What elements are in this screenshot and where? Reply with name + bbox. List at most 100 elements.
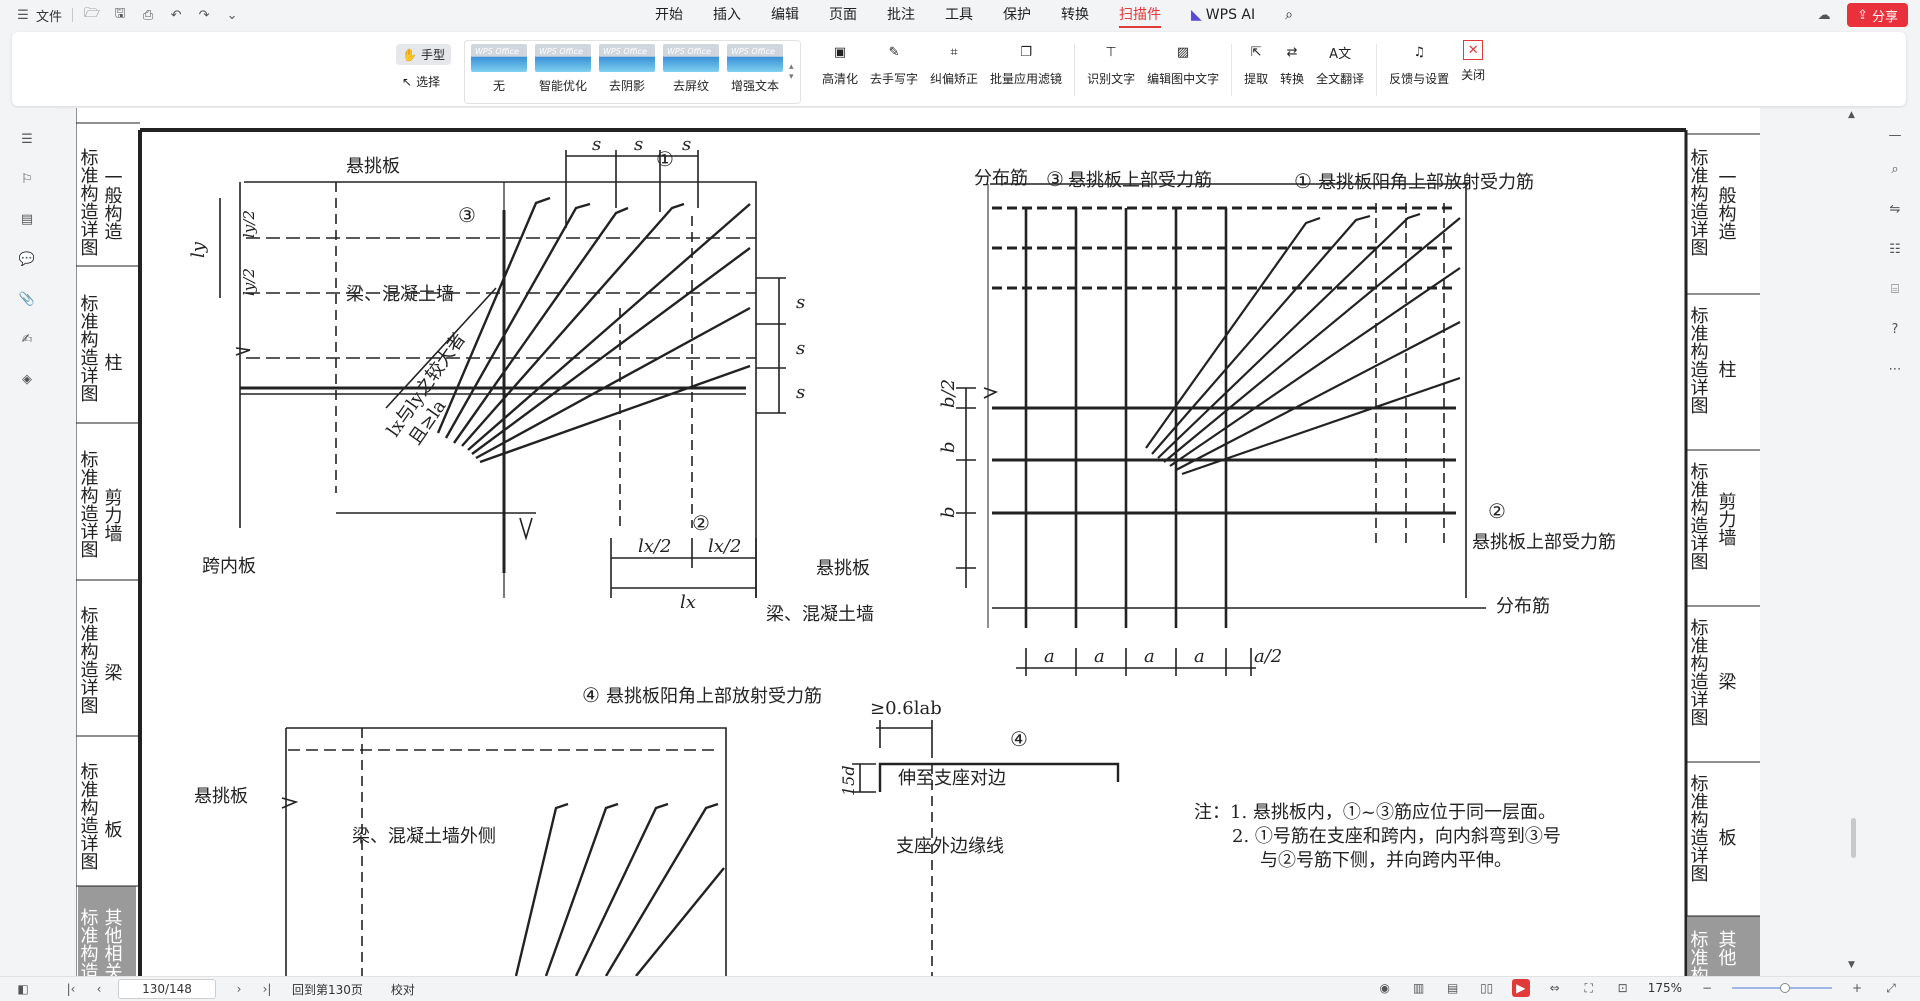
menu-start[interactable]: 开始 [640, 0, 698, 30]
dim-s: s [796, 338, 805, 359]
select-tool-button[interactable]: ↖ 选择 [396, 71, 451, 92]
cloud-upload-icon[interactable]: ☁ [1815, 6, 1833, 24]
preset-thumbnail: WPS Office [535, 44, 591, 72]
find-doc-icon[interactable]: ⌸ [1886, 280, 1904, 298]
divider [1231, 44, 1233, 96]
dim-s: s [592, 134, 601, 155]
bookmark-view-icon[interactable]: ⊡ [1614, 979, 1632, 997]
tab-vertical-text: 标准构造详图 [1688, 930, 1709, 976]
chevron-down-icon[interactable]: ⌄ [223, 6, 241, 24]
single-page-icon[interactable]: ▥ [1410, 979, 1428, 997]
menu-convert[interactable]: 转换 [1046, 0, 1104, 30]
label-support-edge: 支座外边缘线 [896, 836, 1004, 857]
fit-width-icon[interactable]: ⇔ [1546, 979, 1564, 997]
more-icon[interactable]: ⋯ [1886, 360, 1904, 378]
zoom-out-icon[interactable]: − [1698, 979, 1716, 997]
help-icon[interactable]: ? [1886, 320, 1904, 338]
tab-vertical-text: 梁 [1716, 672, 1737, 690]
fullscreen-icon[interactable]: ⤢ [1882, 979, 1900, 997]
preset-demoire[interactable]: WPS Office 去屏纹 [661, 44, 721, 100]
batch-filter-button[interactable]: ❐ 批量应用滤镜 [984, 40, 1068, 87]
thumbnail-icon[interactable]: ▤ [18, 210, 36, 228]
print-icon[interactable]: ⎙ [139, 6, 157, 24]
menu-protect[interactable]: 保护 [988, 0, 1046, 30]
zoom-slider[interactable] [1732, 983, 1832, 993]
dim-ly-half: ly/2 [240, 268, 258, 296]
label-top-bar-2: 悬挑板上部受力筋 [1472, 532, 1616, 553]
scroll-thumb[interactable] [1851, 818, 1856, 858]
menu-wps-ai[interactable]: ◣ WPS AI [1176, 0, 1270, 30]
ocr-button[interactable]: ⊤ 识别文字 [1081, 40, 1141, 87]
menu-annotate[interactable]: 批注 [872, 0, 930, 30]
zoom-in-icon[interactable]: + [1848, 979, 1866, 997]
deskew-button[interactable]: ⌗ 纠偏矫正 [924, 40, 984, 87]
ocr-icon: ⊤ [1105, 44, 1117, 60]
page-number-input[interactable]: 130/148 [118, 979, 216, 999]
dim-ly-half: ly/2 [240, 210, 258, 238]
tab-vertical-text: 其他 [1716, 930, 1737, 966]
attachment-icon[interactable]: 📎 [18, 290, 36, 308]
feedback-settings-button[interactable]: ♫ 反馈与设置 [1383, 40, 1455, 87]
save-icon[interactable]: 🖫 [111, 6, 129, 24]
menu-scan[interactable]: 扫描件 [1104, 0, 1176, 30]
two-page-icon[interactable]: ▯▯ [1478, 979, 1496, 997]
minus-icon[interactable]: — [1886, 126, 1904, 144]
convert-button[interactable]: ⇄ 转换 [1274, 40, 1310, 87]
preset-enhance-text[interactable]: WPS Office 增强文本 [725, 44, 785, 100]
outline-icon[interactable]: ☰ [18, 130, 36, 148]
continuous-page-icon[interactable]: ▤ [1444, 979, 1462, 997]
scroll-up-icon[interactable]: ▲ [1848, 110, 1855, 120]
tab-vertical-text: 标准构造详图 [78, 908, 99, 976]
vertical-scrollbar[interactable]: ▲ ▼ [1846, 108, 1860, 976]
signature-icon[interactable]: ✍ [18, 330, 36, 348]
settings-sliders-icon[interactable]: ☷ [1886, 240, 1904, 258]
translate-button[interactable]: A文 全文翻译 [1310, 40, 1370, 87]
sidebar-toggle-icon[interactable]: ◧ [14, 980, 32, 998]
note-line-1: 注：1. 悬挑板内，①~③筋应位于同一层面。 [1194, 802, 1556, 823]
bookmark-icon[interactable]: ⚐ [18, 170, 36, 188]
close-scan-button[interactable]: ✕ 关闭 [1455, 40, 1491, 83]
dim-s: s [796, 292, 805, 313]
extract-button[interactable]: ⇱ 提取 [1238, 40, 1274, 87]
fit-page-icon[interactable]: ⛶ [1580, 979, 1598, 997]
preset-smart[interactable]: WPS Office 智能优化 [533, 44, 593, 100]
compare-icon[interactable]: ⇋ [1886, 200, 1904, 218]
redo-icon[interactable]: ↷ [195, 6, 213, 24]
zoom-slider-handle[interactable] [1780, 983, 1790, 993]
edit-image-text-button[interactable]: ▨ 编辑图中文字 [1141, 40, 1225, 87]
undo-icon[interactable]: ↶ [167, 6, 185, 24]
remove-handwriting-button[interactable]: ✎ 去手写字 [864, 40, 924, 87]
scroll-down-icon[interactable]: ▼ [1848, 960, 1855, 970]
preset-none[interactable]: WPS Office 无 [469, 44, 529, 100]
share-button[interactable]: ⇪ 分享 [1847, 3, 1908, 27]
presets-scroll[interactable]: ▴ ▾ [789, 44, 794, 100]
menu-tools[interactable]: 工具 [930, 0, 988, 30]
figure4-labels: ≥0.6lab 15d ④ 伸至支座对边 支座外边缘线 [839, 698, 1028, 857]
menu-edit[interactable]: 编辑 [756, 0, 814, 30]
preset-deshadow[interactable]: WPS Office 去阴影 [597, 44, 657, 100]
next-page-icon[interactable]: › [230, 980, 248, 998]
search-button[interactable]: ⌕ [1270, 0, 1308, 30]
first-page-icon[interactable]: |‹ [62, 980, 80, 998]
search-icon[interactable]: ⌕ [1886, 160, 1904, 178]
menu-insert[interactable]: 插入 [698, 0, 756, 30]
file-menu[interactable]: ☰ 文件 [14, 6, 62, 25]
layers-icon[interactable]: ◈ [18, 370, 36, 388]
label-top-bar: 悬挑板上部受力筋 [1068, 170, 1212, 191]
proofread-button[interactable]: 校对 [391, 981, 415, 998]
hd-button[interactable]: ▣ 高清化 [816, 40, 864, 87]
prev-page-icon[interactable]: ‹ [90, 980, 108, 998]
open-folder-icon[interactable]: 🗁 [83, 6, 101, 24]
hand-tool-button[interactable]: ✋ 手型 [396, 44, 451, 65]
play-icon[interactable]: ▶ [1511, 979, 1530, 997]
eye-icon[interactable]: ◉ [1376, 979, 1394, 997]
zoom-level[interactable]: 175% [1648, 981, 1682, 995]
tab-vertical-text: 柱 [1716, 360, 1737, 378]
last-page-icon[interactable]: ›| [258, 980, 276, 998]
callout-3: ③ [458, 203, 476, 227]
figure-cantilever-corner [281, 727, 727, 976]
comment-icon[interactable]: 💬 [18, 250, 36, 268]
back-to-page-link[interactable]: 回到第130页 [292, 981, 363, 998]
dim-a: a [1094, 646, 1105, 667]
menu-page[interactable]: 页面 [814, 0, 872, 30]
